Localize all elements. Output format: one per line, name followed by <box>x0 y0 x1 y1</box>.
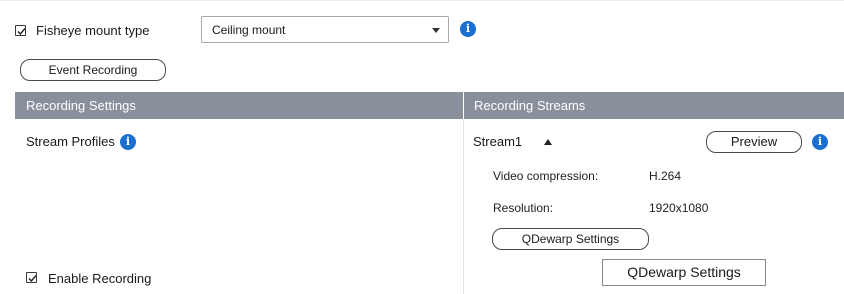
video-compression-value: H.264 <box>649 169 682 183</box>
enable-recording-checkbox[interactable] <box>26 272 37 283</box>
header-divider <box>463 92 464 119</box>
mount-info-icon[interactable]: i <box>460 21 476 37</box>
mount-type-value: Ceiling mount <box>212 23 286 37</box>
stream-info-icon[interactable]: i <box>812 134 828 150</box>
stream-name: Stream1 <box>473 134 523 149</box>
camera-settings-page: Fisheye mount type Ceiling mount i Event… <box>0 0 844 294</box>
checkmark-icon <box>17 28 26 36</box>
recording-settings-header: Recording Settings <box>26 98 136 113</box>
qdewarp-settings-tooltip-button[interactable]: QDewarp Settings <box>602 259 766 286</box>
fisheye-mount-label: Fisheye mount type <box>36 23 150 38</box>
top-divider <box>0 0 844 1</box>
column-divider <box>463 119 464 294</box>
enable-recording-label: Enable Recording <box>48 271 152 286</box>
preview-button[interactable]: Preview <box>706 131 802 153</box>
mount-type-select[interactable]: Ceiling mount <box>201 16 449 43</box>
event-recording-button[interactable]: Event Recording <box>20 59 166 81</box>
resolution-value: 1920x1080 <box>649 201 709 215</box>
fisheye-mount-checkbox[interactable] <box>15 25 26 36</box>
collapse-triangle-icon[interactable] <box>544 139 552 145</box>
resolution-label: Resolution: <box>493 201 554 215</box>
video-compression-label: Video compression: <box>493 169 599 183</box>
recording-streams-header: Recording Streams <box>474 98 586 113</box>
stream-profiles-label: Stream Profiles <box>26 134 115 149</box>
chevron-down-icon <box>432 28 440 33</box>
stream-profiles-info-icon[interactable]: i <box>120 134 136 150</box>
checkmark-icon <box>28 275 37 283</box>
table-header: Recording Settings Recording Streams <box>15 92 844 119</box>
qdewarp-settings-button[interactable]: QDewarp Settings <box>492 228 649 250</box>
